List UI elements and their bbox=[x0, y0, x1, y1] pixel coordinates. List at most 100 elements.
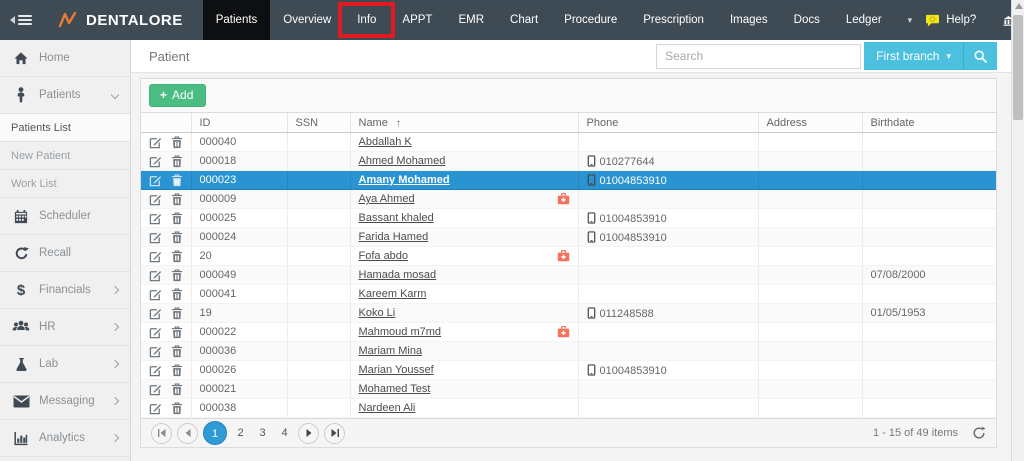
trash-icon[interactable] bbox=[171, 383, 183, 396]
edit-icon[interactable] bbox=[149, 402, 162, 415]
sidebar-item-messaging[interactable]: Messaging bbox=[0, 383, 130, 420]
table-row[interactable]: 000049Hamada mosad07/08/2000 bbox=[141, 266, 996, 285]
page-number-1[interactable]: 1 bbox=[203, 421, 227, 445]
nav-tab-more[interactable]: ▾ bbox=[895, 0, 926, 40]
edit-icon[interactable] bbox=[149, 345, 162, 358]
patient-name-link[interactable]: Fofa abdo bbox=[359, 250, 409, 262]
nav-tab-info[interactable]: Info bbox=[344, 0, 389, 40]
edit-icon[interactable] bbox=[149, 383, 162, 396]
trash-icon[interactable] bbox=[171, 326, 183, 339]
trash-icon[interactable] bbox=[171, 269, 183, 282]
sidebar-item-work-list[interactable]: Work List bbox=[0, 170, 130, 198]
search-button[interactable] bbox=[963, 42, 997, 70]
sidebar-item-lab[interactable]: Lab bbox=[0, 346, 130, 383]
edit-icon[interactable] bbox=[149, 212, 162, 225]
trash-icon[interactable] bbox=[171, 345, 183, 358]
table-row[interactable]: 000041Kareem Karm bbox=[141, 285, 996, 304]
trash-icon[interactable] bbox=[171, 307, 183, 320]
sidebar-item-recall[interactable]: Recall bbox=[0, 235, 130, 272]
page-scrollbar[interactable] bbox=[1011, 0, 1024, 461]
column-header-birthdate[interactable]: Birthdate bbox=[862, 113, 996, 133]
edit-icon[interactable] bbox=[149, 155, 162, 168]
sidebar-item-analytics[interactable]: Analytics bbox=[0, 420, 130, 457]
table-row[interactable]: 20Fofa abdo bbox=[141, 247, 996, 266]
patient-name-link[interactable]: Bassant khaled bbox=[359, 212, 434, 224]
patient-name-link[interactable]: Mohamed Test bbox=[359, 383, 431, 395]
column-header-address[interactable]: Address bbox=[758, 113, 862, 133]
column-header-id[interactable]: ID bbox=[191, 113, 287, 133]
patient-name-link[interactable]: Aya Ahmed bbox=[359, 193, 415, 205]
edit-icon[interactable] bbox=[149, 136, 162, 149]
sidebar-item-new-patient[interactable]: New Patient bbox=[0, 142, 130, 170]
edit-icon[interactable] bbox=[149, 364, 162, 377]
search-input[interactable] bbox=[656, 44, 861, 69]
first-page-button[interactable] bbox=[151, 423, 172, 444]
edit-icon[interactable] bbox=[149, 269, 162, 282]
patient-name-link[interactable]: Nardeen Ali bbox=[359, 402, 416, 414]
sidebar-item-home[interactable]: Home bbox=[0, 40, 130, 77]
column-header-phone[interactable]: Phone bbox=[578, 113, 758, 133]
scroll-up-icon[interactable] bbox=[1015, 3, 1023, 9]
nav-tab-appt[interactable]: APPT bbox=[389, 0, 445, 40]
column-header-name[interactable]: Name↑ bbox=[350, 113, 578, 133]
trash-icon[interactable] bbox=[171, 136, 183, 149]
sidebar-collapse-button[interactable] bbox=[0, 0, 44, 40]
refresh-button[interactable] bbox=[972, 426, 986, 440]
trash-icon[interactable] bbox=[171, 288, 183, 301]
sidebar-item-patients-list[interactable]: Patients List bbox=[0, 114, 130, 142]
table-row[interactable]: 000025Bassant khaled01004853910 bbox=[141, 209, 996, 228]
edit-icon[interactable] bbox=[149, 288, 162, 301]
trash-icon[interactable] bbox=[171, 174, 183, 187]
page-number-2[interactable]: 2 bbox=[232, 427, 249, 439]
prev-page-button[interactable] bbox=[177, 423, 198, 444]
trash-icon[interactable] bbox=[171, 193, 183, 206]
trash-icon[interactable] bbox=[171, 250, 183, 263]
sidebar-item-financials[interactable]: $Financials bbox=[0, 272, 130, 309]
patient-name-link[interactable]: Mariam Mina bbox=[359, 345, 423, 357]
edit-icon[interactable] bbox=[149, 307, 162, 320]
table-row[interactable]: 000022Mahmoud m7md bbox=[141, 323, 996, 342]
nav-tab-procedure[interactable]: Procedure bbox=[551, 0, 630, 40]
nav-tab-emr[interactable]: EMR bbox=[445, 0, 497, 40]
edit-icon[interactable] bbox=[149, 326, 162, 339]
trash-icon[interactable] bbox=[171, 212, 183, 225]
patient-name-link[interactable]: Abdallah K bbox=[359, 136, 412, 148]
nav-tab-docs[interactable]: Docs bbox=[781, 0, 833, 40]
patient-name-link[interactable]: Marian Youssef bbox=[359, 364, 434, 376]
patient-name-link[interactable]: Kareem Karm bbox=[359, 288, 427, 300]
next-page-button[interactable] bbox=[298, 423, 319, 444]
page-number-3[interactable]: 3 bbox=[254, 427, 271, 439]
patient-name-link[interactable]: Farida Hamed bbox=[359, 231, 429, 243]
edit-icon[interactable] bbox=[149, 231, 162, 244]
table-row[interactable]: 000026Marian Youssef01004853910 bbox=[141, 361, 996, 380]
trash-icon[interactable] bbox=[171, 402, 183, 415]
edit-icon[interactable] bbox=[149, 174, 162, 187]
table-row[interactable]: 19Koko Li01124858801/05/1953 bbox=[141, 304, 996, 323]
table-row[interactable]: 000036Mariam Mina bbox=[141, 342, 996, 361]
patient-name-link[interactable]: Amany Mohamed bbox=[359, 174, 450, 186]
edit-icon[interactable] bbox=[149, 250, 162, 263]
sidebar-item-patients[interactable]: Patients bbox=[0, 77, 130, 114]
patient-name-link[interactable]: Hamada mosad bbox=[359, 269, 437, 281]
nav-tab-chart[interactable]: Chart bbox=[497, 0, 551, 40]
table-row[interactable]: 000009Aya Ahmed bbox=[141, 190, 996, 209]
patient-name-link[interactable]: Koko Li bbox=[359, 307, 396, 319]
table-row[interactable]: 000038Nardeen Ali bbox=[141, 399, 996, 418]
column-header-ssn[interactable]: SSN bbox=[287, 113, 350, 133]
table-row[interactable]: 000023Amany Mohamed01004853910 bbox=[141, 171, 996, 190]
patient-name-link[interactable]: Mahmoud m7md bbox=[359, 326, 442, 338]
nav-tab-images[interactable]: Images bbox=[717, 0, 781, 40]
nav-tab-prescription[interactable]: Prescription bbox=[630, 0, 717, 40]
branch-filter-button[interactable]: First branch ▾ bbox=[864, 42, 963, 70]
nav-tab-patients[interactable]: Patients bbox=[203, 0, 271, 40]
edit-icon[interactable] bbox=[149, 193, 162, 206]
scrollbar-thumb[interactable] bbox=[1013, 15, 1023, 120]
table-row[interactable]: 000040Abdallah K bbox=[141, 133, 996, 152]
add-patient-button[interactable]: + Add bbox=[149, 84, 206, 107]
last-page-button[interactable] bbox=[324, 423, 345, 444]
help-button[interactable]: Help? bbox=[925, 14, 976, 27]
trash-icon[interactable] bbox=[171, 231, 183, 244]
patient-name-link[interactable]: Ahmed Mohamed bbox=[359, 155, 446, 167]
page-number-4[interactable]: 4 bbox=[276, 427, 293, 439]
table-row[interactable]: 000024Farida Hamed01004853910 bbox=[141, 228, 996, 247]
